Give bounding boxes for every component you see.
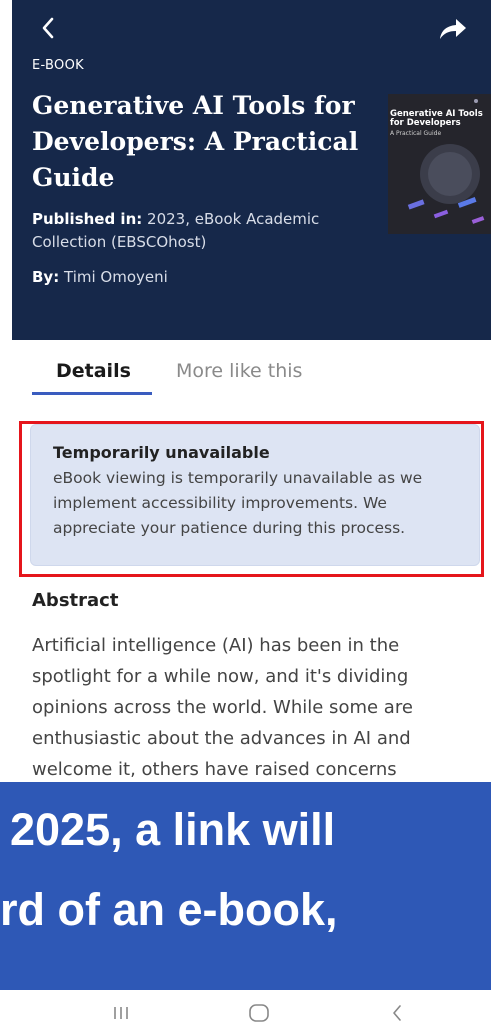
author-info: By: Timi Omoyeni xyxy=(32,268,168,286)
system-back-button[interactable] xyxy=(382,998,412,1028)
caption-line-2: rd of an e-book, xyxy=(0,884,338,935)
abstract-text: Artificial intelligence (AI) has been in… xyxy=(32,635,413,780)
published-label: Published in: xyxy=(32,210,143,228)
author-label: By: xyxy=(32,268,60,286)
book-header: E-BOOK Generative AI Tools for Developer… xyxy=(12,0,491,340)
book-cover: Generative AI Tools for Developers A Pra… xyxy=(388,94,491,234)
home-button[interactable] xyxy=(244,998,274,1028)
tab-bar: Details More like this xyxy=(0,340,491,400)
share-arrow-icon xyxy=(440,19,466,39)
author-value: Timi Omoyeni xyxy=(59,268,168,286)
chevron-left-icon xyxy=(42,17,54,39)
share-button[interactable] xyxy=(438,16,468,42)
book-title: Generative AI Tools for Developers: A Pr… xyxy=(32,91,359,192)
back-chevron-icon xyxy=(393,1005,401,1021)
content-type-label: E-BOOK xyxy=(32,58,84,73)
caption-banner: 2025, a link will rd of an e-book, xyxy=(0,782,491,990)
caption-line-1: 2025, a link will xyxy=(10,804,336,855)
cover-subtitle: A Practical Guide xyxy=(390,130,442,137)
active-tab-indicator xyxy=(32,392,152,395)
system-nav-bar xyxy=(0,990,491,1036)
published-info: Published in: 2023, eBook Academic Colle… xyxy=(32,208,362,254)
recents-button[interactable] xyxy=(106,998,136,1028)
back-button[interactable] xyxy=(34,14,62,42)
tab-more-like-this[interactable]: More like this xyxy=(176,360,302,396)
home-icon xyxy=(249,1004,269,1022)
highlight-box xyxy=(19,421,484,577)
cover-title: Generative AI Tools for Developers xyxy=(390,109,483,128)
tab-details[interactable]: Details xyxy=(32,360,150,396)
recents-icon xyxy=(114,1007,128,1019)
abstract-heading: Abstract xyxy=(32,590,119,611)
